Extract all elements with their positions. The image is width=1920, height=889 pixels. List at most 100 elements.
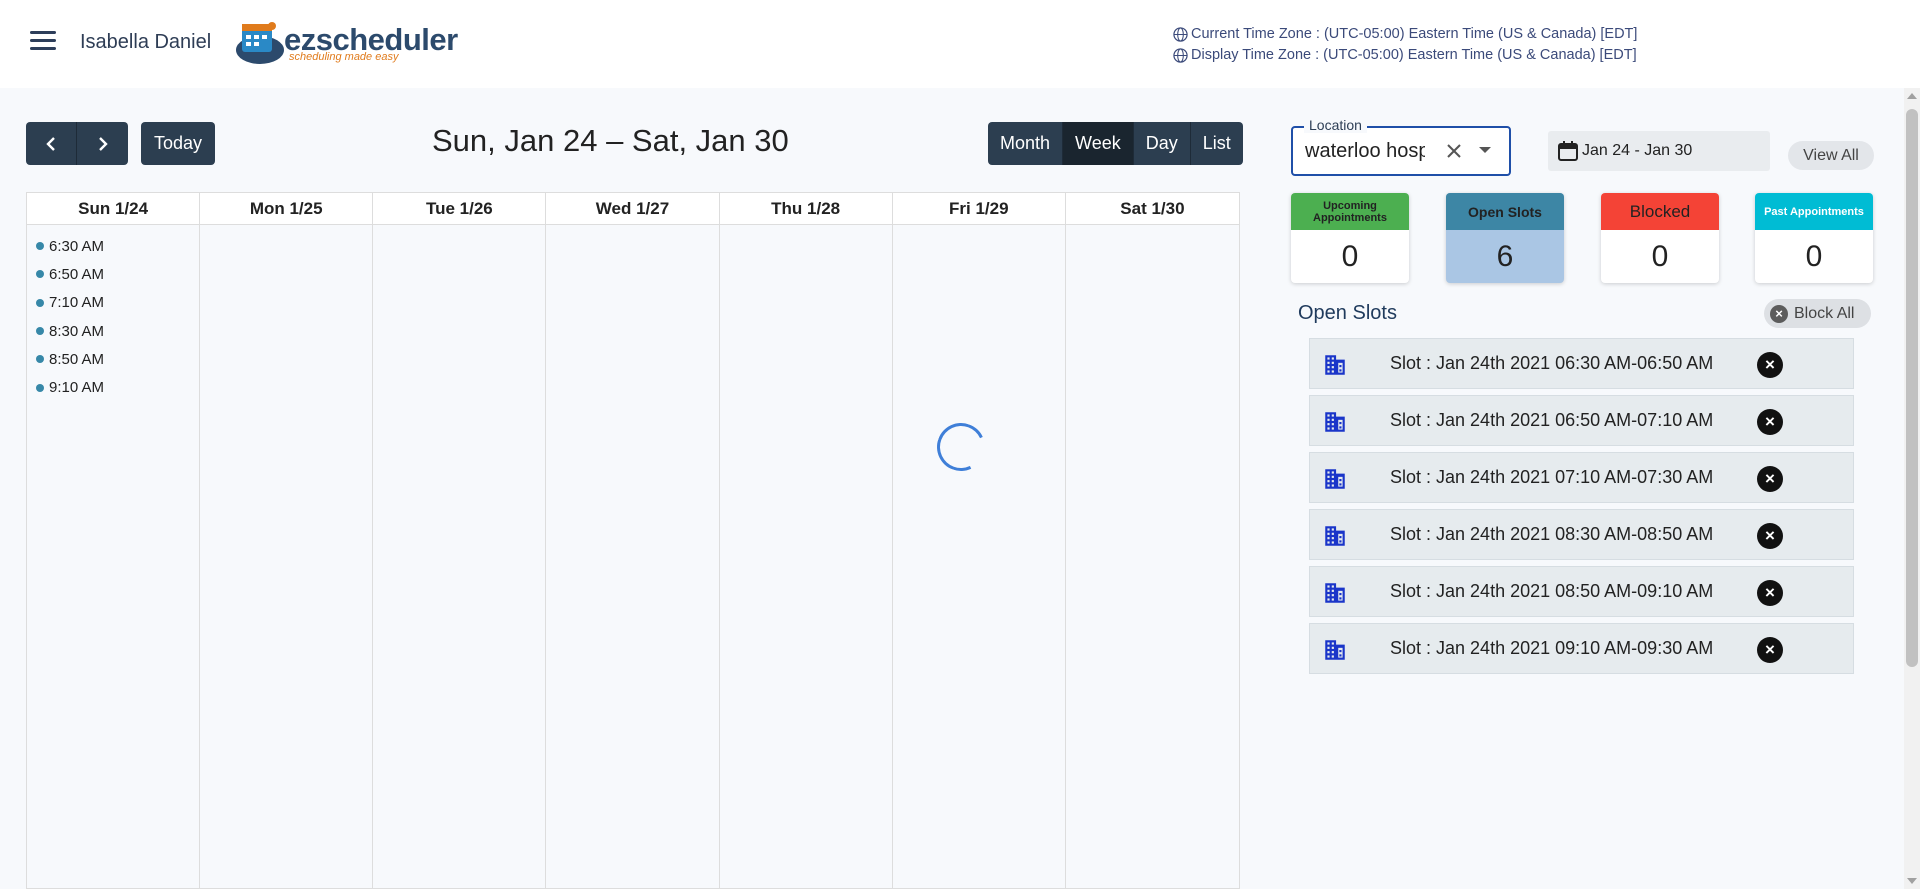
slot-item[interactable]: Slot : Jan 24th 2021 06:30 AM-06:50 AM × [1309, 338, 1854, 389]
calendar-title: Sun, Jan 24 – Sat, Jan 30 [432, 123, 789, 158]
event-time: 9:10 AM [49, 379, 105, 397]
calendar-event[interactable]: 6:50 AM [36, 260, 199, 288]
stat-value: 0 [1651, 239, 1669, 273]
day-header[interactable]: Wed 1/27 [546, 193, 719, 225]
app-logo[interactable]: ezscheduler scheduling made easy [232, 18, 458, 68]
slot-item[interactable]: Slot : Jan 24th 2021 06:50 AM-07:10 AM × [1309, 395, 1854, 446]
open-slots-list: Slot : Jan 24th 2021 06:30 AM-06:50 AM ×… [1309, 338, 1854, 680]
dropdown-arrow-icon[interactable] [1479, 147, 1491, 153]
view-switcher: Month Week Day List [988, 122, 1243, 165]
chevron-left-icon [46, 136, 55, 151]
chevron-right-icon [98, 136, 108, 151]
building-icon [1325, 640, 1345, 660]
scroll-up-arrow-icon[interactable] [1907, 93, 1917, 99]
menu-icon[interactable] [30, 31, 56, 53]
view-day-button[interactable]: Day [1133, 122, 1191, 165]
event-time: 6:50 AM [49, 265, 105, 283]
timezone-info: Current Time Zone : (UTC-05:00) Eastern … [1173, 24, 1637, 66]
slot-time: Slot : Jan 24th 2021 06:50 AM-07:10 AM [1390, 410, 1714, 430]
day-column-sun[interactable]: Sun 1/24 6:30 AM 6:50 AM 7:10 AM 8:30 AM… [27, 193, 201, 888]
current-timezone: Current Time Zone : (UTC-05:00) Eastern … [1191, 26, 1638, 42]
calendar-event[interactable]: 6:30 AM [36, 232, 199, 260]
logo-tagline: scheduling made easy [289, 51, 399, 63]
location-input[interactable] [1305, 140, 1425, 163]
block-slot-icon[interactable]: × [1757, 409, 1783, 435]
day-header[interactable]: Tue 1/26 [373, 193, 546, 225]
day-header[interactable]: Fri 1/29 [892, 193, 1065, 225]
day-column-wed[interactable]: Wed 1/27 [546, 193, 720, 888]
slot-item[interactable]: Slot : Jan 24th 2021 09:10 AM-09:30 AM × [1309, 623, 1854, 674]
day-column-tue[interactable]: Tue 1/26 [373, 193, 547, 888]
stat-upcoming-appointments[interactable]: Upcoming Appointments 0 [1291, 193, 1409, 283]
day-column-mon[interactable]: Mon 1/25 [200, 193, 374, 888]
event-dot-icon [36, 355, 44, 364]
block-slot-icon[interactable]: × [1757, 523, 1783, 549]
building-icon [1325, 526, 1345, 546]
stat-value: 6 [1496, 239, 1514, 273]
date-range-field[interactable]: Jan 24 - Jan 30 [1548, 131, 1770, 171]
calendar-event[interactable]: 8:50 AM [36, 345, 199, 373]
stat-blocked[interactable]: Blocked 0 [1601, 193, 1719, 283]
slot-time: Slot : Jan 24th 2021 06:30 AM-06:50 AM [1390, 353, 1714, 373]
calendar-event[interactable]: 9:10 AM [36, 373, 199, 401]
block-all-label: Block All [1794, 304, 1855, 322]
slot-time: Slot : Jan 24th 2021 09:10 AM-09:30 AM [1390, 638, 1714, 658]
clear-icon[interactable] [1444, 141, 1464, 161]
calendar-logo-icon [236, 22, 284, 64]
slot-time: Slot : Jan 24th 2021 08:30 AM-08:50 AM [1390, 524, 1714, 544]
event-time: 8:30 AM [49, 322, 105, 340]
event-dot-icon [36, 383, 44, 392]
slot-time: Slot : Jan 24th 2021 07:10 AM-07:30 AM [1390, 467, 1714, 487]
stat-label: Upcoming Appointments [1291, 193, 1409, 230]
slot-item[interactable]: Slot : Jan 24th 2021 08:30 AM-08:50 AM × [1309, 509, 1854, 560]
scrollbar-thumb[interactable] [1906, 109, 1918, 667]
close-circle-icon: × [1770, 304, 1788, 323]
building-icon [1325, 469, 1345, 489]
slot-item[interactable]: Slot : Jan 24th 2021 07:10 AM-07:30 AM × [1309, 452, 1854, 503]
event-dot-icon [36, 298, 44, 307]
view-month-button[interactable]: Month [988, 122, 1064, 165]
block-all-button[interactable]: × Block All [1764, 299, 1871, 328]
event-time: 7:10 AM [49, 294, 105, 312]
stat-label: Past Appointments [1755, 193, 1873, 230]
view-week-button[interactable]: Week [1063, 122, 1134, 165]
stat-past-appointments[interactable]: Past Appointments 0 [1755, 193, 1873, 283]
day-header[interactable]: Thu 1/28 [719, 193, 892, 225]
view-all-button[interactable]: View All [1788, 141, 1874, 170]
stat-label: Blocked [1601, 193, 1719, 230]
building-icon [1325, 412, 1345, 432]
prev-week-button[interactable] [26, 122, 77, 165]
building-icon [1325, 583, 1345, 603]
block-slot-icon[interactable]: × [1757, 466, 1783, 492]
today-button[interactable]: Today [141, 122, 215, 165]
location-select[interactable]: Location [1291, 117, 1511, 176]
day-header[interactable]: Mon 1/25 [200, 193, 373, 225]
stat-open-slots[interactable]: Open Slots 6 [1446, 193, 1564, 283]
top-header: Isabella Daniel ezscheduler scheduling m… [0, 0, 1920, 88]
event-time: 8:50 AM [49, 350, 105, 368]
calendar-icon [1558, 141, 1578, 161]
location-label: Location [1304, 117, 1367, 133]
day-column-fri[interactable]: Fri 1/29 [892, 193, 1066, 888]
block-slot-icon[interactable]: × [1757, 637, 1783, 663]
block-slot-icon[interactable]: × [1757, 580, 1783, 606]
day-header[interactable]: Sat 1/30 [1065, 193, 1239, 225]
day-column-sat[interactable]: Sat 1/30 [1065, 193, 1239, 888]
nav-button-group [26, 122, 128, 165]
block-slot-icon[interactable]: × [1757, 352, 1783, 378]
globe-icon [1173, 27, 1188, 42]
stat-label: Open Slots [1446, 193, 1564, 230]
next-week-button[interactable] [77, 122, 128, 165]
calendar-event[interactable]: 7:10 AM [36, 289, 199, 317]
open-slots-heading: Open Slots [1298, 302, 1397, 324]
scroll-down-arrow-icon[interactable] [1907, 878, 1917, 884]
calendar-event[interactable]: 8:30 AM [36, 317, 199, 345]
view-list-button[interactable]: List [1190, 122, 1243, 165]
event-dot-icon [36, 242, 44, 251]
display-timezone: Display Time Zone : (UTC-05:00) Eastern … [1191, 47, 1637, 63]
day-header[interactable]: Sun 1/24 [27, 193, 200, 225]
slot-item[interactable]: Slot : Jan 24th 2021 08:50 AM-09:10 AM × [1309, 566, 1854, 617]
day-column-thu[interactable]: Thu 1/28 [719, 193, 893, 888]
stat-value: 0 [1805, 239, 1823, 273]
date-range-value: Jan 24 - Jan 30 [1582, 142, 1693, 159]
